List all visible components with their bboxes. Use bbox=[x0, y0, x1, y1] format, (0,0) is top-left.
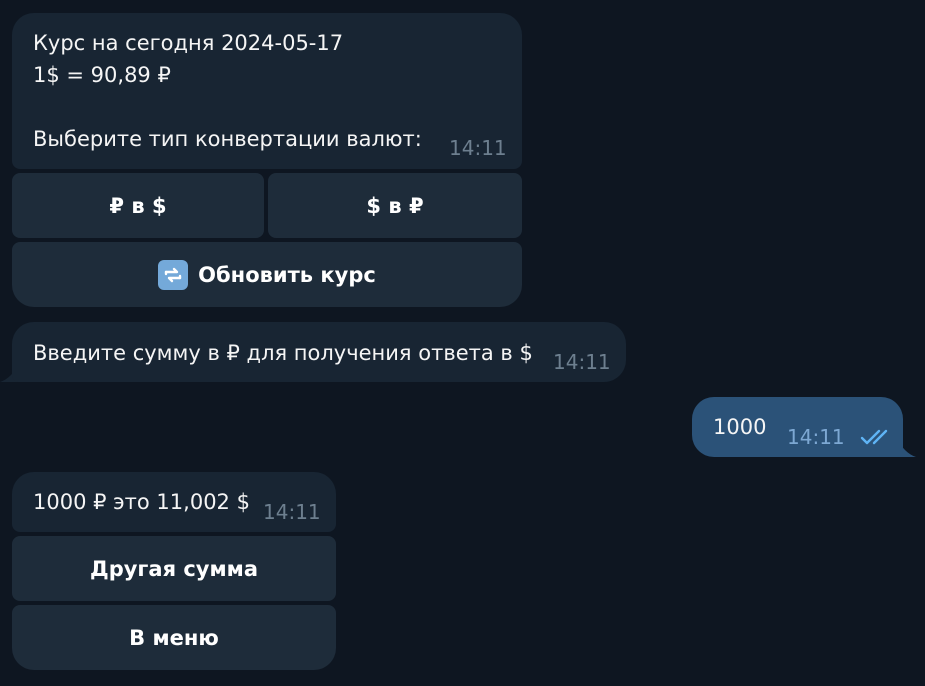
rub-to-usd-button[interactable]: ₽ в $ bbox=[12, 173, 264, 238]
usd-to-rub-label: $ в ₽ bbox=[366, 193, 424, 218]
message-time: 14:11 bbox=[553, 350, 611, 374]
rate-line-3: Выберите тип конвертации валют: bbox=[33, 127, 422, 151]
message-time: 14:11 bbox=[787, 425, 845, 449]
other-amount-button[interactable]: Другая сумма bbox=[12, 536, 336, 601]
rub-to-usd-label: ₽ в $ bbox=[109, 193, 167, 218]
rate-line-1: Курс на сегодня 2024-05-17 bbox=[33, 31, 344, 55]
other-amount-label: Другая сумма bbox=[90, 556, 258, 581]
message-prompt: Введите сумму в ₽ для получения ответа в… bbox=[12, 322, 626, 382]
user-input-text: 1000 bbox=[713, 415, 767, 439]
repeat-icon bbox=[158, 259, 189, 290]
refresh-rate-label: Обновить курс bbox=[198, 262, 376, 287]
rate-line-2: 1$ = 90,89 ₽ bbox=[33, 63, 171, 87]
message-result: 1000 ₽ это 11,002 $ 14:11 bbox=[12, 472, 336, 532]
message-user-input: 1000 14:11 bbox=[692, 397, 903, 457]
menu-button[interactable]: В меню bbox=[12, 605, 336, 670]
message-time: 14:11 bbox=[449, 136, 507, 160]
refresh-rate-button[interactable]: Обновить курс bbox=[12, 242, 522, 307]
chat-area: Курс на сегодня 2024-05-17 1$ = 90,89 ₽ … bbox=[0, 0, 925, 686]
prompt-text: Введите сумму в ₽ для получения ответа в… bbox=[33, 341, 533, 365]
double-check-icon bbox=[860, 429, 888, 445]
result-text: 1000 ₽ это 11,002 $ bbox=[33, 490, 250, 514]
menu-label: В меню bbox=[129, 625, 219, 650]
message-time: 14:11 bbox=[263, 500, 321, 524]
message-rate: Курс на сегодня 2024-05-17 1$ = 90,89 ₽ … bbox=[12, 13, 522, 169]
usd-to-rub-button[interactable]: $ в ₽ bbox=[268, 173, 522, 238]
